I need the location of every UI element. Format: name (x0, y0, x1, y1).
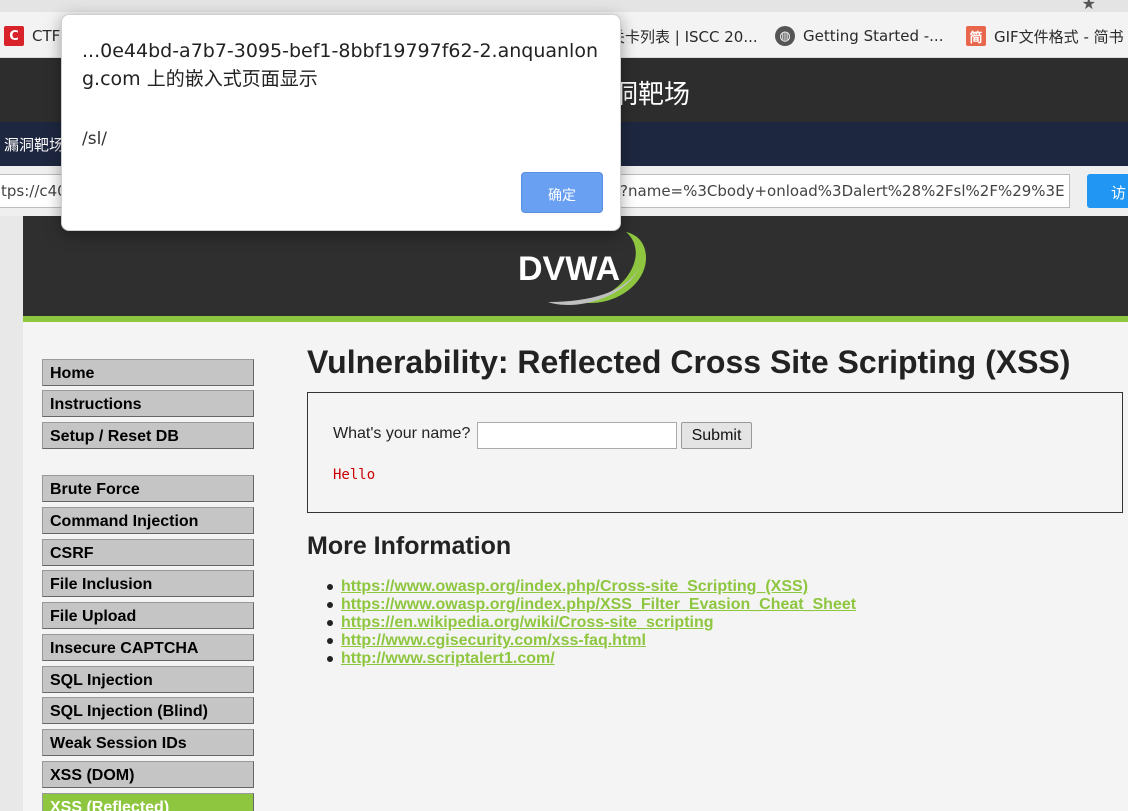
ok-button[interactable]: 确定 (521, 172, 603, 213)
alert-title: ...0e44bd-a7b7-3095-bef1-8bbf19797f62-2.… (82, 40, 598, 90)
alert-overlay: ...0e44bd-a7b7-3095-bef1-8bbf19797f62-2.… (0, 0, 1128, 811)
alert-dialog: ...0e44bd-a7b7-3095-bef1-8bbf19797f62-2.… (61, 14, 621, 231)
alert-message: /sl/ (82, 129, 108, 149)
